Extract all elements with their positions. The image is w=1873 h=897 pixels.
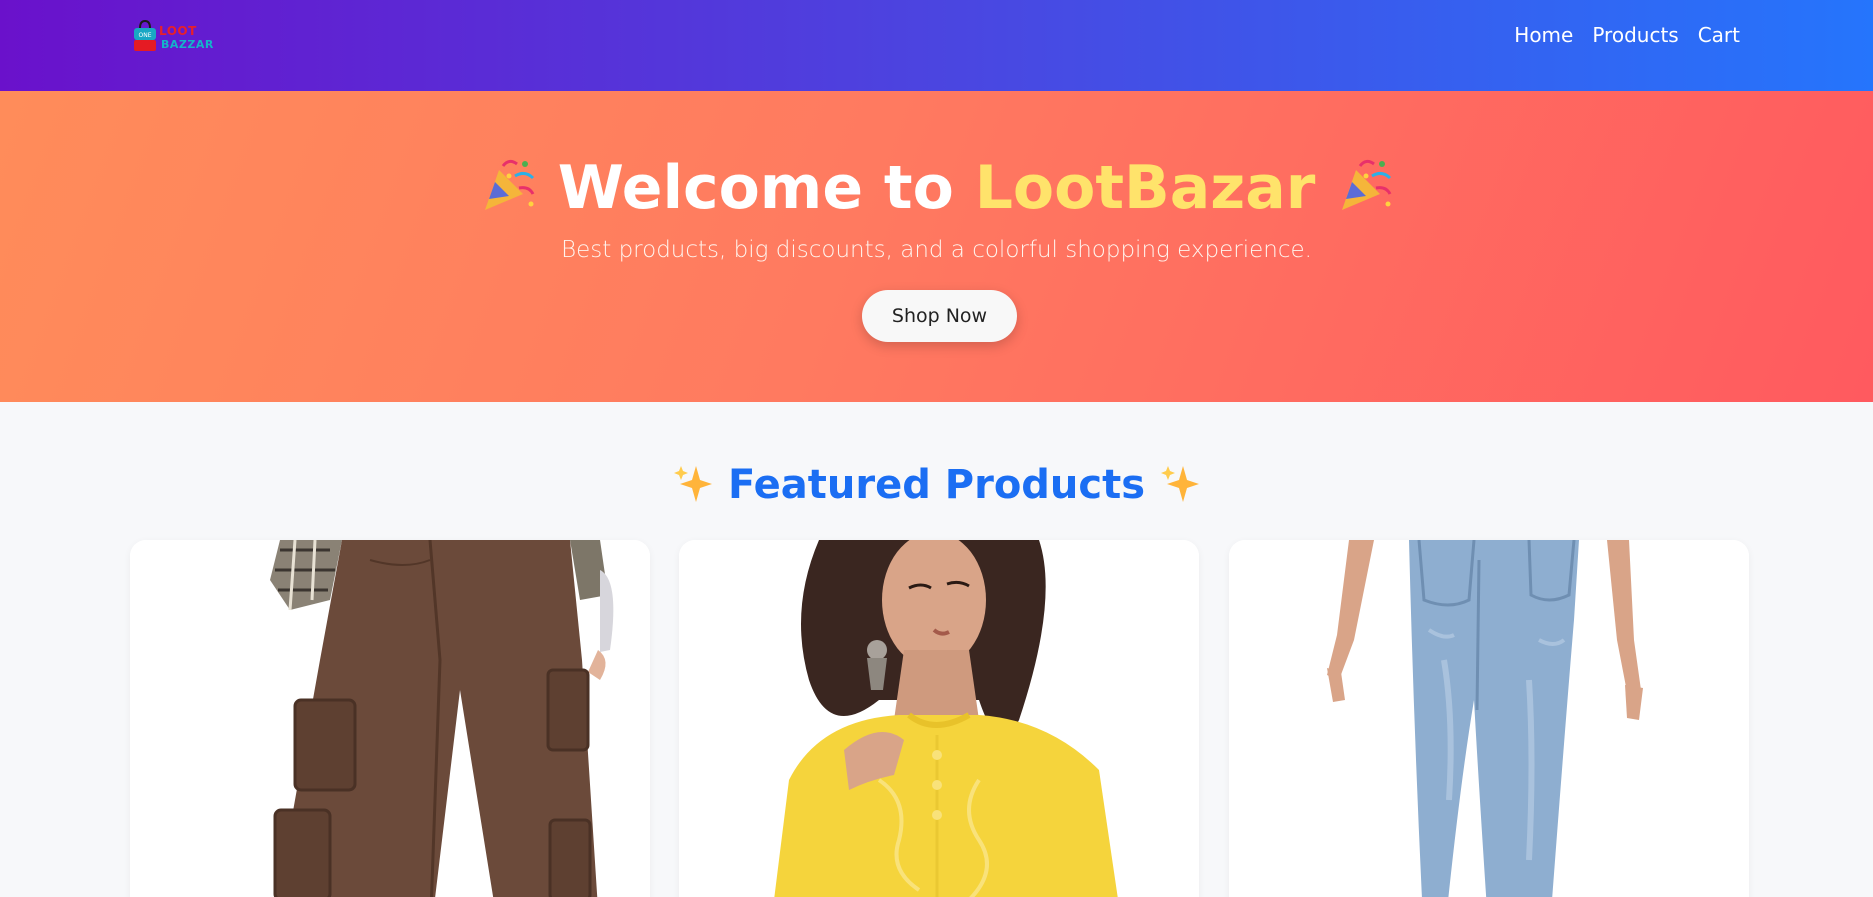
featured-title-text: Featured Products (727, 462, 1146, 508)
hero-banner: Welcome to LootBazar Best products, big … (0, 91, 1873, 402)
shop-now-button[interactable]: Shop Now (862, 290, 1017, 342)
nav-link-products[interactable]: Products (1592, 22, 1678, 48)
product-card[interactable] (1229, 540, 1749, 897)
product-image-blue-jeans[interactable] (1229, 540, 1749, 897)
product-image-yellow-kurta[interactable] (679, 540, 1199, 897)
nav-link-home[interactable]: Home (1514, 22, 1573, 48)
sparkles-icon (674, 466, 712, 502)
logo-word-loot: LOOT (159, 24, 197, 38)
hero-subtitle: Best products, big discounts, and a colo… (561, 237, 1312, 263)
nav-link-cart[interactable]: Cart (1698, 22, 1740, 48)
product-card[interactable] (679, 540, 1199, 897)
logo[interactable]: ONE LOOT BAZZAR (133, 18, 213, 54)
shopping-bag-icon: ONE (134, 20, 156, 51)
hero-title-brand: LootBazar (974, 153, 1316, 223)
party-popper-icon (1342, 159, 1392, 210)
sparkles-icon (1160, 466, 1199, 502)
product-card[interactable] (130, 540, 650, 897)
featured-products-title: Featured Products (0, 462, 1873, 508)
svg-text:ONE: ONE (138, 32, 151, 39)
product-image-brown-cargo-pants[interactable] (130, 540, 650, 897)
nav-links: Home Products Cart (1514, 22, 1740, 48)
hero-title: Welcome to LootBazar (0, 153, 1873, 223)
hero-title-prefix: Welcome to (557, 153, 975, 223)
party-popper-icon (484, 159, 535, 210)
navbar: ONE LOOT BAZZAR Home Products Cart (0, 0, 1873, 91)
logo-word-bazzar: BAZZAR (161, 38, 214, 51)
